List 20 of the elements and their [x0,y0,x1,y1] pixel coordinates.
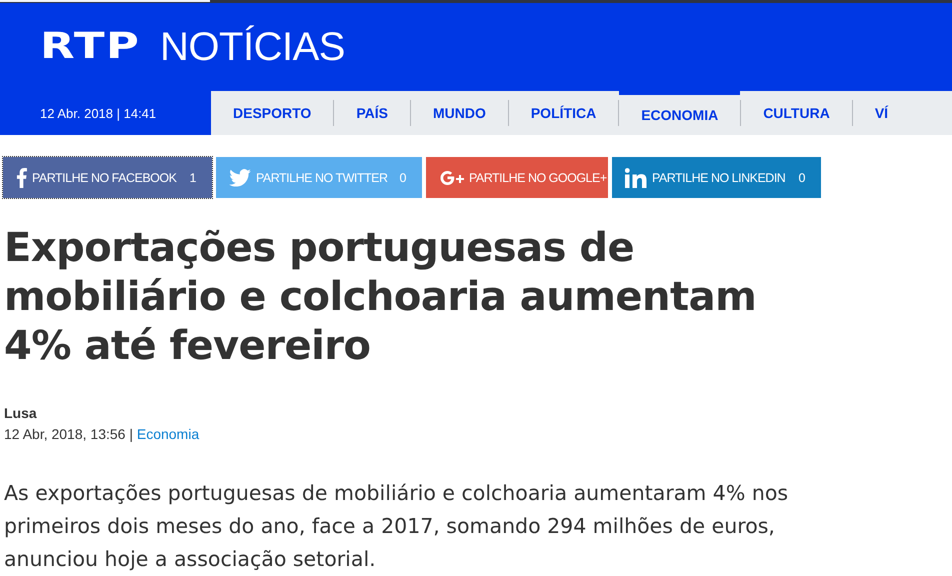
facebook-icon [16,168,27,188]
category-link[interactable]: Economia [136,426,200,442]
nav-tab[interactable]: VÍ [852,91,910,135]
header-date: 12 Abr. 2018 | 14:41 [39,104,158,123]
logo-mark[interactable]: RTP [40,29,140,65]
publish-date: 12 Abr, 2018, 13:56 | [4,426,133,442]
article-lead: As exportações portuguesas de mobiliário e colchoaria aumentaram 4% nos primeiros dois meses do ano, face a 2017, somando 294 milhões de euros, anunciou hoje a associação setorial. [4,480,790,573]
share-button[interactable]: PARTILHE NO FACEBOOK 1 [3,157,212,198]
bird-icon [229,168,251,186]
nav-tab[interactable]: POLÍTICA [508,91,618,135]
author-name: Lusa [4,405,38,421]
article-title: Exportações portuguesas de mobiliário e colchoaria aumentam 4% até fevereiro [4,224,758,371]
nav-tab[interactable]: DESPORTO [211,91,334,135]
linkedin-icon [625,168,647,188]
nav-tab[interactable]: PAÍS [334,91,410,135]
nav-tab[interactable]: MUNDO [410,91,508,135]
logo-text[interactable]: NOTÍCIAS [160,27,345,67]
share-button[interactable]: PARTILHE NO GOOGLE+ [426,157,608,198]
share-button[interactable]: PARTILHE NO LINKEDIN 0 [612,157,821,198]
nav-tab[interactable]: CULTURA [741,91,852,135]
